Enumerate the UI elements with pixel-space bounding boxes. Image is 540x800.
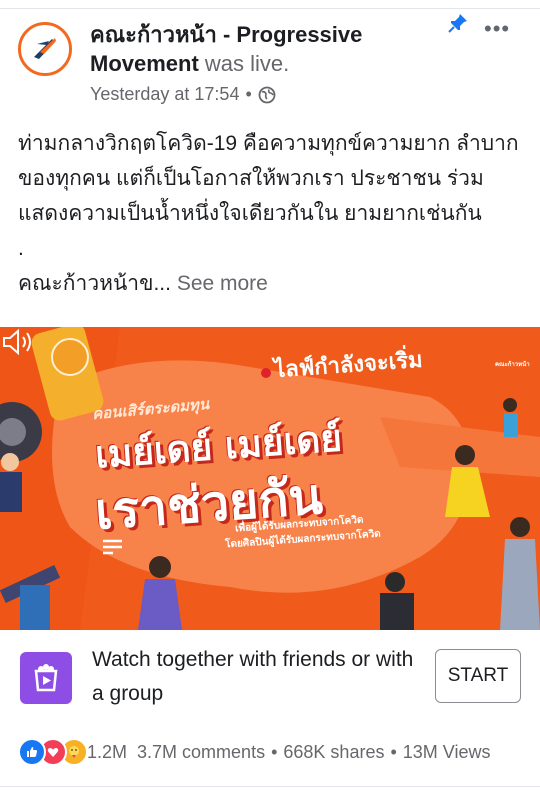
post-text-truncated: คณะก้าวหน้าข... See more [18,266,523,301]
start-button[interactable]: START [435,649,521,703]
post-timestamp[interactable]: Yesterday at 17:54 [90,84,239,105]
see-more-link[interactable]: See more [177,272,268,295]
more-options-icon[interactable]: ••• [484,16,510,42]
truncated-text: คณะก้าวหน้าข... [18,272,171,295]
watch-party-icon [20,652,72,704]
stat-separator: • [271,741,278,762]
page-avatar[interactable] [18,22,72,76]
globe-icon [258,86,276,103]
reaction-count[interactable]: 1.2M [87,742,127,763]
like-icon [18,738,46,766]
views-count: 13M Views [402,741,491,762]
reaction-icons[interactable] [18,738,88,766]
top-divider [0,0,540,9]
meta-separator: • [245,84,252,104]
post-meta: Yesterday at 17:54 • [90,84,276,105]
post-body: ท่ามกลางวิกฤตโควิด-19 คือความทุกข์ความยา… [18,126,523,301]
progressive-logo-icon [28,32,62,66]
reactions-bar: 1.2M 3.7M comments • 668K shares • 13M V… [18,738,491,766]
post-text-dot: . [18,237,24,260]
shares-count[interactable]: 668K shares [283,742,384,763]
brand-watermark: คณะก้าวหน้า [495,361,530,368]
post-text-paragraph: ท่ามกลางวิกฤตโควิด-19 คือความทุกข์ความยา… [18,132,519,225]
comments-count[interactable]: 3.7M comments [137,742,265,763]
live-status-text: was live. [204,51,290,76]
watch-together-bar: Watch together with friends or with a gr… [0,631,540,721]
watch-together-text: Watch together with friends or with a gr… [92,648,414,705]
bottom-divider [0,786,540,787]
live-video-player[interactable]: ไลฟ์กำลังจะเริ่ม คอนเสิร์ตระดมทุน เมย์เด… [0,327,540,630]
post-author: คณะก้าวหน้า - Progressive Movement was l… [90,20,440,78]
stat-separator: • [390,741,397,762]
pin-icon [448,14,467,33]
speaker-icon[interactable] [0,327,34,357]
